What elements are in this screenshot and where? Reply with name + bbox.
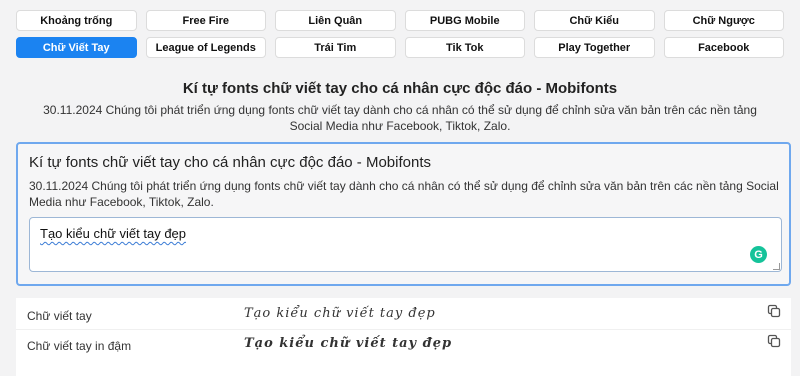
text-input-value: Tạo kiểu chữ viết tay đẹp [40, 226, 187, 241]
copy-icon[interactable] [767, 304, 781, 318]
tab-lien-quan[interactable]: Liên Quân [275, 10, 396, 31]
page-description: 30.11.2024 Chúng tôi phát triển ứng dụng… [43, 103, 757, 133]
result-value[interactable]: Tạo kiểu chữ viết tay đẹp [244, 336, 452, 351]
result-row: Chữ viết tay in đậm Tạo kiểu chữ viết ta… [16, 330, 791, 360]
card-description: 30.11.2024 Chúng tôi phát triển ứng dụng… [29, 179, 779, 209]
card-title: Kí tự fonts chữ viết tay cho cá nhân cực… [29, 154, 431, 171]
tab-khoang-trong[interactable]: Khoảng trống [16, 10, 137, 31]
tab-play-together[interactable]: Play Together [534, 37, 655, 58]
tab-chu-viet-tay[interactable]: Chữ Viết Tay [16, 37, 137, 58]
result-label: Chữ viết tay [27, 309, 92, 323]
tab-league-of-legends[interactable]: League of Legends [145, 37, 266, 58]
tab-grid: Khoảng trống Free Fire Liên Quân PUBG Mo… [16, 10, 784, 58]
tab-pubg-mobile[interactable]: PUBG Mobile [404, 10, 525, 31]
copy-icon[interactable] [767, 334, 781, 348]
tab-facebook[interactable]: Facebook [663, 37, 784, 58]
input-card: Kí tự fonts chữ viết tay cho cá nhân cực… [16, 142, 791, 286]
tab-chu-kieu[interactable]: Chữ Kiểu [534, 10, 655, 31]
tab-free-fire[interactable]: Free Fire [145, 10, 266, 31]
text-input[interactable]: Tạo kiểu chữ viết tay đẹp G [29, 217, 782, 272]
resize-handle[interactable] [773, 263, 780, 270]
result-label: Chữ viết tay in đậm [27, 339, 132, 353]
tab-tik-tok[interactable]: Tik Tok [404, 37, 525, 58]
results-list: Chữ viết tay Tạo kiểu chữ viết tay đẹp C… [16, 298, 791, 376]
result-row: Chữ viết tay Tạo kiểu chữ viết tay đẹp [16, 300, 791, 330]
result-value[interactable]: Tạo kiểu chữ viết tay đẹp [244, 306, 436, 321]
tab-chu-nguoc[interactable]: Chữ Ngược [663, 10, 784, 31]
tab-trai-tim[interactable]: Trái Tim [275, 37, 396, 58]
page-title: Kí tự fonts chữ viết tay cho cá nhân cực… [182, 80, 618, 97]
grammarly-icon[interactable]: G [750, 246, 767, 263]
